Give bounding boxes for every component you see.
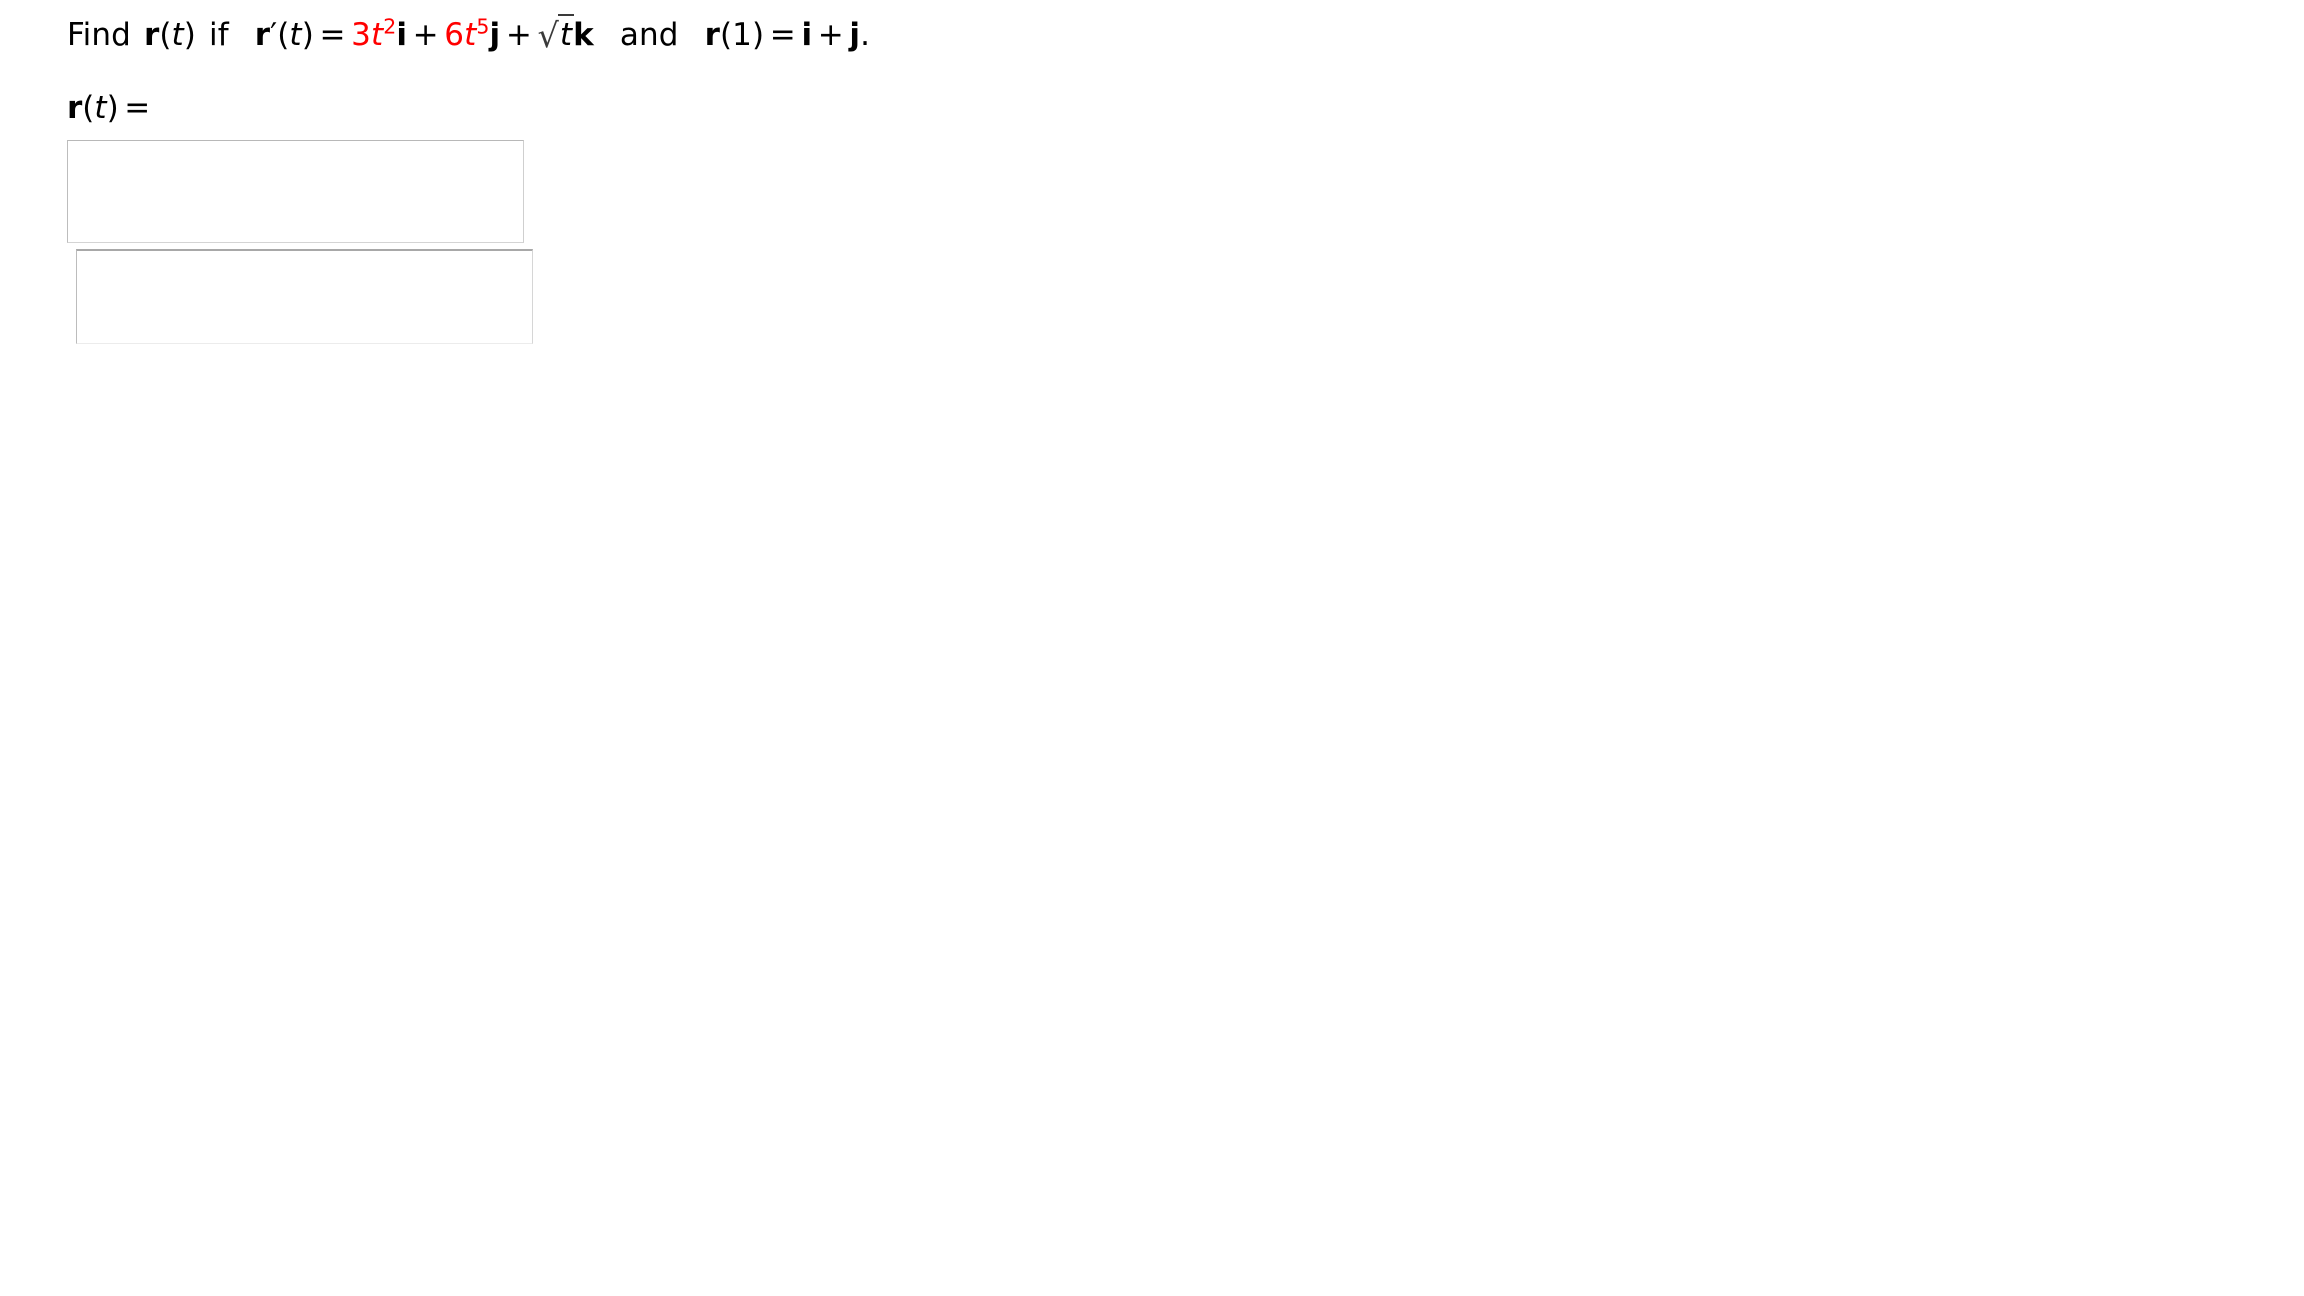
paren-close: )	[183, 17, 196, 53]
term2-variable: t	[464, 17, 477, 53]
radicand-t: t	[557, 14, 575, 53]
function-arg-t: t	[171, 17, 184, 53]
answer-input-field-secondary[interactable]	[77, 251, 532, 343]
answer-input-box-primary[interactable]	[67, 140, 524, 243]
term1-coefficient: 3	[351, 17, 371, 53]
initial-condition-paren-close: )	[752, 17, 765, 53]
term2-exponent: 5	[476, 14, 490, 39]
initial-condition-arg: 1	[732, 17, 752, 53]
answer-function-name: r	[67, 90, 83, 126]
equals-sign: =	[319, 17, 346, 53]
plus-sign-2: +	[505, 17, 532, 53]
term1-variable: t	[370, 17, 384, 53]
answer-arg-t: t	[94, 90, 107, 126]
conditional-word-if: if	[209, 17, 229, 53]
term3-unit-vector-k: k	[573, 17, 594, 53]
derivative-paren-open: (	[277, 17, 290, 53]
term2-unit-vector-j: j	[489, 17, 501, 53]
plus-sign-1: +	[412, 17, 439, 53]
answer-paren-close: )	[106, 90, 119, 126]
term2-coefficient: 6	[444, 17, 465, 53]
initial-condition-unit-vector-i: i	[801, 17, 813, 53]
answer-input-field-primary[interactable]	[68, 141, 523, 242]
answer-input-box-secondary[interactable]	[76, 249, 533, 344]
function-name-r: r	[143, 17, 160, 53]
initial-condition-function-name: r	[704, 17, 720, 53]
sentence-period: .	[860, 17, 871, 53]
derivative-paren-close: )	[301, 17, 314, 53]
answer-prompt-label: r(t) =	[67, 88, 156, 128]
problem-lead-text: Find	[67, 17, 131, 53]
square-root-expression: √t	[537, 14, 575, 55]
derivative-arg-t: t	[289, 17, 302, 53]
initial-condition-paren-open: (	[719, 17, 733, 53]
initial-condition-unit-vector-j: j	[849, 17, 861, 53]
conjunction-and: and	[619, 17, 679, 53]
term1-exponent: 2	[383, 14, 397, 39]
derivative-name-r: r	[254, 17, 271, 53]
initial-condition-plus: +	[817, 17, 844, 53]
answer-paren-open: (	[82, 90, 95, 126]
problem-statement: Find r(t) if r′(t) = 3t2i +6t5j + √tk and r(1) = i + j…	[67, 14, 870, 55]
term1-unit-vector-i: i	[396, 17, 408, 53]
paren-open: (	[159, 17, 172, 53]
answer-equals-sign: =	[124, 90, 151, 126]
initial-condition-equals: =	[769, 17, 796, 53]
radical-icon: √	[537, 16, 559, 55]
problem-page: Find r(t) if r′(t) = 3t2i +6t5j + √tk and r(1) = i + j…	[0, 0, 2304, 1296]
